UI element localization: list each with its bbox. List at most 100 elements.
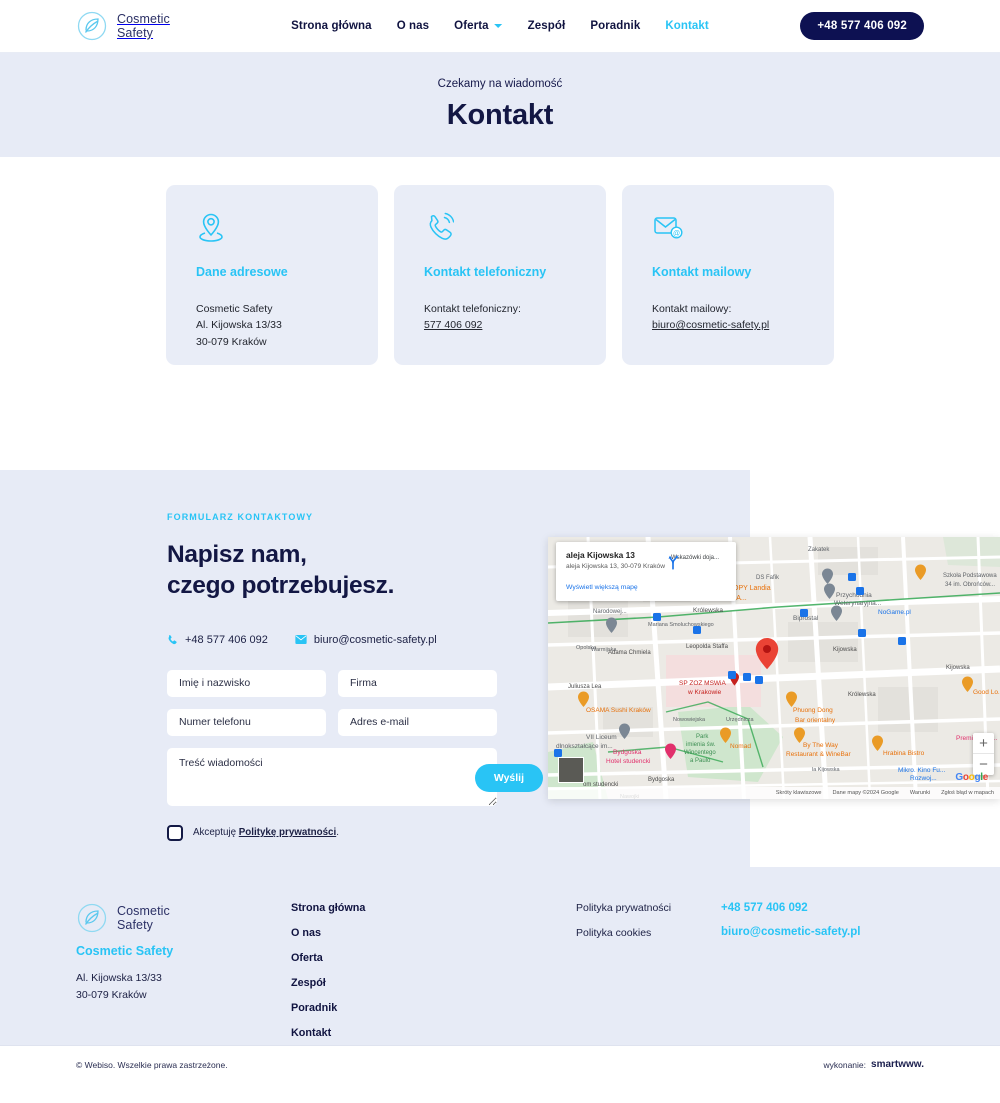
map-footer-terms[interactable]: Warunki bbox=[910, 790, 930, 796]
map-footer-report[interactable]: Zgłoś błąd w mapach bbox=[941, 790, 994, 796]
map-label: Weterynaryjna... bbox=[834, 600, 882, 607]
footer-nav-oferta[interactable]: Oferta bbox=[291, 952, 576, 964]
map-zoom-controls: + − bbox=[973, 733, 994, 775]
nav-item-kontakt[interactable]: Kontakt bbox=[665, 20, 709, 32]
map-zoom-in-button[interactable]: + bbox=[973, 733, 994, 754]
map-label: Phuong Dong bbox=[793, 707, 833, 714]
map-label: Zakatek bbox=[808, 547, 830, 553]
map-label: Narodowej... bbox=[593, 609, 627, 615]
footer-contact-column: +48 577 406 092 biuro@cosmetic-safety.pl bbox=[721, 902, 860, 1039]
phone-input[interactable] bbox=[167, 708, 326, 736]
footer-logo[interactable]: Cosmetic Safety bbox=[76, 902, 291, 934]
map-footer-shortcuts[interactable]: Skróty klawiszowe bbox=[776, 790, 822, 796]
contact-form: Akceptuję Politykę prywatności. bbox=[167, 669, 497, 841]
map-label: OPY Landia bbox=[733, 585, 771, 592]
map-view-larger-link[interactable]: Wyświetl większą mapę bbox=[566, 584, 638, 591]
map-label: Bydgoska bbox=[648, 777, 675, 783]
chevron-down-icon[interactable] bbox=[494, 24, 503, 28]
map-label: Wincentego bbox=[684, 750, 716, 756]
map-label: 34 im. Obrońców... bbox=[945, 582, 996, 588]
card-phone-link[interactable]: 577 406 092 bbox=[424, 319, 482, 331]
form-eyebrow: FORMULARZ KONTAKTOWY bbox=[167, 512, 314, 522]
map-label: Nowowiejska bbox=[673, 717, 706, 723]
footer-address: Al. Kijowska 13/33 30-079 Kraków bbox=[76, 970, 291, 1004]
cosmetic-safety-logo-icon bbox=[76, 10, 108, 42]
footer-link-polityka-cookies[interactable]: Polityka cookies bbox=[576, 927, 721, 939]
card-title: Dane adresowe bbox=[196, 265, 288, 279]
footer-nav-strona-glowna[interactable]: Strona główna bbox=[291, 902, 576, 914]
map-label: Mikro. Kino Fu... bbox=[898, 767, 946, 774]
map-info-card: aleja Kijowska 13 aleja Kijowska 13, 30-… bbox=[556, 542, 736, 601]
company-input[interactable] bbox=[338, 669, 497, 697]
map-label: Urzędnicza bbox=[726, 717, 754, 723]
card-body: Cosmetic Safety Al. Kijowska 13/33 30-07… bbox=[196, 301, 348, 350]
map-label: Bar orientalny bbox=[795, 717, 836, 724]
main-navigation: Strona główna O nas Oferta Zespół Poradn… bbox=[291, 20, 709, 32]
email-input[interactable] bbox=[338, 708, 497, 736]
privacy-policy-link[interactable]: Politykę prywatności bbox=[239, 827, 336, 838]
privacy-consent-checkbox[interactable] bbox=[167, 824, 183, 841]
phone-icon bbox=[424, 211, 576, 251]
nav-item-poradnik[interactable]: Poradnik bbox=[590, 20, 640, 32]
map-label: Rozwoj... bbox=[910, 775, 937, 782]
form-email-item[interactable]: biuro@cosmetic-safety.pl bbox=[295, 634, 437, 646]
site-logo[interactable]: Cosmetic Safety bbox=[76, 10, 170, 42]
directions-icon bbox=[668, 555, 679, 570]
footer-bottom-bar: © Webiso. Wszelkie prawa zastrzeżone. wy… bbox=[0, 1045, 1000, 1083]
map-label: By The Way bbox=[803, 742, 839, 749]
footer-nav-poradnik[interactable]: Poradnik bbox=[291, 1002, 576, 1014]
map-footer-bar: Skróty klawiszowe Dane mapy ©2024 Google… bbox=[548, 787, 1000, 799]
card-email-link[interactable]: biuro@cosmetic-safety.pl bbox=[652, 319, 769, 331]
map-label: Opolska bbox=[576, 645, 597, 651]
card-body: Kontakt telefoniczny: 577 406 092 bbox=[424, 301, 576, 334]
map-label: Juliusza Lea bbox=[568, 684, 602, 690]
cosmetic-safety-logo-icon bbox=[76, 902, 108, 934]
nav-item-o-nas[interactable]: O nas bbox=[397, 20, 429, 32]
consent-row: Akceptuję Politykę prywatności. bbox=[167, 824, 497, 841]
map-directions-button[interactable]: Wskazówki doja... bbox=[664, 553, 726, 570]
footer-nav-o-nas[interactable]: O nas bbox=[291, 927, 576, 939]
map-label: Leopolda Staffa bbox=[686, 644, 728, 650]
footer-email-link[interactable]: biuro@cosmetic-safety.pl bbox=[721, 926, 860, 938]
footer-brand-column: Cosmetic Safety Cosmetic Safety Al. Kijow… bbox=[76, 902, 291, 1039]
made-by-prefix: wykonanie: bbox=[823, 1059, 867, 1070]
nav-item-oferta-label[interactable]: Oferta bbox=[454, 20, 488, 32]
map-footer-data: Dane mapy ©2024 Google bbox=[832, 790, 899, 796]
message-textarea[interactable] bbox=[167, 747, 497, 806]
nav-item-strona-glowna[interactable]: Strona główna bbox=[291, 20, 372, 32]
submit-button[interactable]: Wyślij bbox=[474, 764, 543, 792]
nav-item-oferta[interactable]: Oferta bbox=[454, 20, 503, 32]
footer-link-polityka-prywatnosci[interactable]: Polityka prywatności bbox=[576, 902, 721, 914]
card-title: Kontakt telefoniczny bbox=[424, 265, 547, 279]
map-label: Kijowska bbox=[833, 647, 857, 653]
form-email-text: biuro@cosmetic-safety.pl bbox=[313, 633, 437, 646]
name-input[interactable] bbox=[167, 669, 326, 697]
made-by-brand[interactable]: smartwww. bbox=[871, 1059, 924, 1070]
hero-subtitle: Czekamy na wiadomość bbox=[437, 78, 563, 90]
header-phone-button[interactable]: +48 577 406 092 bbox=[800, 12, 924, 40]
footer-phone-link[interactable]: +48 577 406 092 bbox=[721, 902, 860, 914]
card-line-2: Al. Kijowska 13/33 bbox=[196, 319, 282, 332]
map-label: Nomad bbox=[730, 743, 751, 750]
footer-logo-text: Cosmetic Safety bbox=[117, 904, 170, 932]
footer-nav-zespol[interactable]: Zespół bbox=[291, 977, 576, 989]
map-label: Adama Chmiela bbox=[608, 650, 651, 656]
map-label: NoGame.pl bbox=[878, 609, 911, 616]
form-row-1 bbox=[167, 669, 497, 697]
card-title: Kontakt mailowy bbox=[652, 265, 752, 279]
card-line-1: Kontakt telefoniczny: bbox=[424, 303, 521, 315]
mail-icon: @ bbox=[652, 211, 804, 251]
map-label: Przychodnia bbox=[836, 592, 872, 599]
map-label: DS Fafik bbox=[756, 575, 780, 581]
google-map-embed[interactable]: Zakatek DS Fafik Szkoła Podstawowa 34 im. O… bbox=[548, 537, 1000, 799]
footer-nav-kontakt[interactable]: Kontakt bbox=[291, 1027, 576, 1039]
form-phone-item[interactable]: +48 577 406 092 bbox=[167, 634, 268, 646]
consent-prefix: Akceptuję bbox=[193, 827, 239, 839]
map-label: Kijowska bbox=[946, 665, 970, 671]
map-label: a Paulo bbox=[690, 758, 711, 764]
map-street-view-thumb[interactable] bbox=[558, 757, 584, 783]
nav-item-zespol[interactable]: Zespół bbox=[528, 20, 566, 32]
google-logo: Google bbox=[955, 772, 988, 783]
card-dane-adresowe: Dane adresowe Cosmetic Safety Al. Kijows… bbox=[166, 185, 378, 365]
map-label: Hotel studencki bbox=[606, 758, 651, 765]
